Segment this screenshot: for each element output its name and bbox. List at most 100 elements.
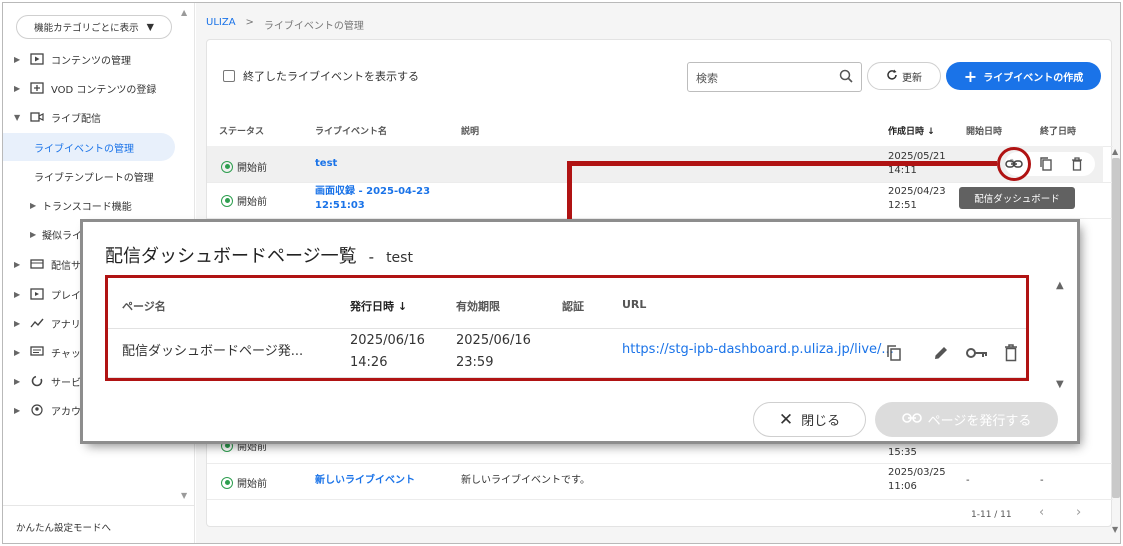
- sidebar-item-label: プレイ: [51, 290, 81, 302]
- create-label: ライブイベントの作成: [983, 72, 1084, 84]
- sort-down-icon: ↓: [397, 300, 408, 313]
- status-icon: [221, 160, 233, 173]
- sidebar-item-label: VOD コンテンツの登録: [51, 84, 157, 96]
- delete-icon[interactable]: [1071, 157, 1083, 174]
- copy-icon[interactable]: [1039, 156, 1053, 175]
- end-date: -: [1040, 475, 1044, 486]
- divider: [108, 377, 1026, 378]
- sidebar-item-transcode[interactable]: ▶ トランスコード機能: [3, 191, 183, 219]
- sidebar-item-live-templates[interactable]: ライブテンプレートの管理: [3, 162, 183, 190]
- sidebar-item-label: チャッ: [51, 348, 81, 360]
- breadcrumb-current: ライブイベントの管理: [263, 21, 364, 32]
- start-date: -: [966, 475, 970, 486]
- issued-time: 14:26: [350, 355, 388, 370]
- close-icon: ✕: [778, 409, 794, 430]
- header-issued[interactable]: 発行日時 ↓: [350, 298, 407, 314]
- sidebar-item-label: トランスコード機能: [42, 201, 132, 213]
- dialog-title-text: 配信ダッシュボードページ一覧: [105, 246, 357, 267]
- prev-page-icon[interactable]: ‹: [1039, 505, 1044, 520]
- chevron-right-icon: ▶: [14, 259, 21, 269]
- created-date: 2025/04/23: [888, 186, 946, 197]
- dialog-scroll-up-icon[interactable]: ▲: [1056, 280, 1064, 291]
- sidebar-item-label: アナリ: [51, 319, 81, 331]
- header-expiry: 有効期限: [456, 300, 500, 313]
- create-live-event-button[interactable]: + ライブイベントの作成: [946, 62, 1101, 90]
- event-name-link[interactable]: 画面収録 - 2025-04-23: [315, 185, 430, 199]
- table-scroll-down-icon[interactable]: ▼: [1112, 525, 1118, 534]
- event-name-link-cont[interactable]: 12:51:03: [315, 199, 365, 213]
- refresh-button[interactable]: 更新: [867, 62, 941, 90]
- analytics-icon: [30, 317, 44, 329]
- header-start: 開始日時: [966, 127, 1003, 137]
- search-icon[interactable]: [839, 69, 853, 86]
- dashboard-pages-table: ページ名 発行日時 ↓ 有効期限 認証 URL 配信ダッシュボードページ発...…: [105, 275, 1029, 381]
- sidebar-item-label: コンテンツの管理: [51, 55, 131, 67]
- category-view-button[interactable]: 機能カテゴリごとに表示 ▼: [16, 15, 172, 39]
- header-end: 終了日時: [1040, 127, 1077, 137]
- breadcrumb: ULIZA > ライブイベントの管理: [206, 17, 364, 32]
- pagination-info: 1-11 / 11: [971, 510, 1012, 520]
- event-name-link[interactable]: 新しいライブイベント: [315, 474, 415, 488]
- header-issued-label: 発行日時: [350, 300, 394, 313]
- sidebar-item-label: サービ: [51, 377, 81, 389]
- table-scrollbar[interactable]: [1112, 158, 1120, 498]
- created-date: 2025/03/25: [888, 467, 946, 478]
- chevron-right-icon: ▶: [14, 289, 21, 299]
- key-icon[interactable]: [966, 346, 988, 363]
- close-button[interactable]: ✕ 閉じる: [753, 402, 866, 437]
- sidebar-item-label: 配信サ: [51, 260, 81, 272]
- breadcrumb-separator: >: [245, 17, 254, 28]
- sidebar-item-live[interactable]: ▼ ライブ配信: [3, 103, 183, 131]
- chevron-right-icon: ▶: [14, 318, 21, 328]
- event-name-link[interactable]: test: [315, 157, 337, 171]
- plus-icon: +: [963, 66, 978, 86]
- header-url: URL: [622, 298, 647, 311]
- header-created[interactable]: 作成日時 ↓: [888, 124, 935, 137]
- issue-page-button[interactable]: ページを発行する: [875, 402, 1058, 437]
- chevron-right-icon: ▶: [14, 376, 21, 386]
- search-input[interactable]: 検索: [687, 62, 862, 92]
- dialog-scroll-down-icon[interactable]: ▼: [1056, 379, 1064, 390]
- dialog-title-separator: -: [368, 248, 375, 266]
- chat-icon: [30, 346, 44, 358]
- refresh-icon: [886, 69, 898, 84]
- divider: [207, 499, 1113, 500]
- issue-page-label: ページを発行する: [927, 414, 1032, 429]
- sidebar-item-vod-register[interactable]: ▶ VOD コンテンツの登録: [3, 74, 183, 102]
- player-icon: [30, 288, 44, 300]
- link-icon[interactable]: [1005, 155, 1023, 176]
- status-label: 開始前: [237, 197, 267, 208]
- window: ▲ 機能カテゴリごとに表示 ▼ ▶ コンテンツの管理 ▶ VOD コンテンツの登…: [2, 2, 1121, 544]
- show-finished-label: 終了したライブイベントを表示する: [243, 70, 419, 83]
- edit-icon[interactable]: [932, 344, 950, 365]
- delete-icon[interactable]: [1004, 344, 1018, 365]
- easy-mode-link[interactable]: かんたん設定モードへ: [3, 505, 195, 543]
- show-finished-toggle[interactable]: 終了したライブイベントを表示する: [223, 68, 419, 84]
- sidebar-item-contents[interactable]: ▶ コンテンツの管理: [3, 45, 183, 73]
- service-icon: [30, 375, 44, 387]
- caret-down-icon: ▼: [146, 21, 154, 33]
- category-view-label: 機能カテゴリごとに表示: [34, 23, 139, 34]
- next-page-icon[interactable]: ›: [1076, 505, 1081, 520]
- callout-line: [569, 161, 997, 166]
- sidebar-scroll-down-icon[interactable]: ▼: [181, 491, 187, 500]
- created-time: 12:51: [888, 200, 917, 211]
- divider: [207, 463, 1113, 464]
- show-finished-checkbox[interactable]: [223, 70, 235, 82]
- copy-url-icon[interactable]: [886, 344, 902, 365]
- play-box-icon: [30, 53, 44, 65]
- video-camera-icon: [30, 111, 44, 123]
- divider: [207, 218, 1113, 219]
- header-auth: 認証: [562, 300, 584, 313]
- table-scroll-up-icon[interactable]: ▲: [1112, 147, 1118, 156]
- sidebar-item-live-events[interactable]: ライブイベントの管理: [3, 133, 175, 161]
- sidebar-scroll-up-icon[interactable]: ▲: [181, 8, 187, 17]
- chevron-right-icon: ▶: [14, 347, 21, 357]
- refresh-label: 更新: [902, 72, 922, 84]
- search-placeholder: 検索: [696, 72, 718, 85]
- dashboard-url-link[interactable]: https://stg-ipb-dashboard.p.uliza.jp/liv…: [622, 342, 894, 357]
- breadcrumb-home[interactable]: ULIZA: [206, 17, 236, 32]
- monitor-icon: [30, 258, 44, 270]
- status-icon: [221, 194, 233, 207]
- dialog-title: 配信ダッシュボードページ一覧 - test: [105, 242, 413, 268]
